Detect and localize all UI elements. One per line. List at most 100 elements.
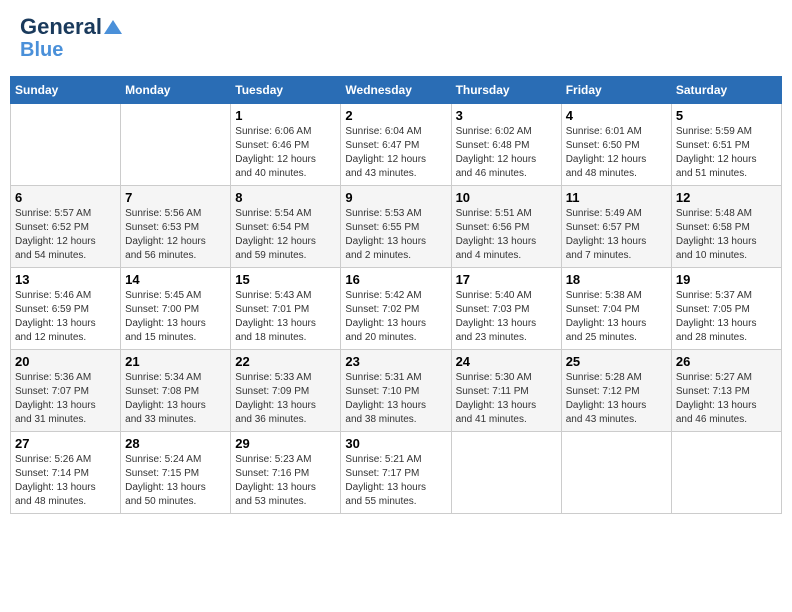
day-number: 19 (676, 272, 777, 287)
day-info: Sunrise: 6:01 AM Sunset: 6:50 PM Dayligh… (566, 125, 667, 181)
weekday-header-saturday: Saturday (671, 77, 781, 104)
logo: General Blue (20, 15, 122, 61)
calendar-body: 1Sunrise: 6:06 AM Sunset: 6:46 PM Daylig… (11, 104, 782, 514)
day-number: 15 (235, 272, 336, 287)
calendar-cell: 19 Sunrise: 5:37 AM Sunset: 7:05 PM Dayli… (671, 268, 781, 350)
day-number: 7 (125, 190, 226, 205)
day-info: Sunrise: 5:53 AM Sunset: 6:55 PM Dayligh… (345, 207, 446, 263)
logo-text-general: General (20, 15, 102, 39)
calendar-week-row: 27 Sunrise: 5:26 AM Sunset: 7:14 PM Dayli… (11, 432, 782, 514)
calendar-header-row: SundayMondayTuesdayWednesdayThursdayFrid… (11, 77, 782, 104)
day-info: Sunrise: 5:33 AM Sunset: 7:09 PM Dayligh… (235, 371, 336, 427)
calendar-cell: 17 Sunrise: 5:40 AM Sunset: 7:03 PM Dayli… (451, 268, 561, 350)
calendar-cell: 4 Sunrise: 6:01 AM Sunset: 6:50 PM Daylig… (561, 104, 671, 186)
day-number: 4 (566, 108, 667, 123)
day-number: 20 (15, 354, 116, 369)
calendar-week-row: 6Sunrise: 5:57 AM Sunset: 6:52 PM Daylig… (11, 186, 782, 268)
day-number: 25 (566, 354, 667, 369)
day-number: 30 (345, 436, 446, 451)
calendar-week-row: 13 Sunrise: 5:46 AM Sunset: 6:59 PM Dayli… (11, 268, 782, 350)
calendar-cell: 29 Sunrise: 5:23 AM Sunset: 7:16 PM Dayli… (231, 432, 341, 514)
calendar-cell: 22 Sunrise: 5:33 AM Sunset: 7:09 PM Dayli… (231, 350, 341, 432)
weekday-header-sunday: Sunday (11, 77, 121, 104)
weekday-header-friday: Friday (561, 77, 671, 104)
calendar-cell: 3 Sunrise: 6:02 AM Sunset: 6:48 PM Daylig… (451, 104, 561, 186)
calendar-cell: 16 Sunrise: 5:42 AM Sunset: 7:02 PM Dayli… (341, 268, 451, 350)
day-number: 16 (345, 272, 446, 287)
calendar-cell: 18 Sunrise: 5:38 AM Sunset: 7:04 PM Dayli… (561, 268, 671, 350)
day-info: Sunrise: 5:23 AM Sunset: 7:16 PM Dayligh… (235, 453, 336, 509)
calendar-cell: 1Sunrise: 6:06 AM Sunset: 6:46 PM Daylig… (231, 104, 341, 186)
weekday-header-monday: Monday (121, 77, 231, 104)
calendar-cell: 8 Sunrise: 5:54 AM Sunset: 6:54 PM Daylig… (231, 186, 341, 268)
day-info: Sunrise: 5:34 AM Sunset: 7:08 PM Dayligh… (125, 371, 226, 427)
calendar-cell (121, 104, 231, 186)
day-info: Sunrise: 5:57 AM Sunset: 6:52 PM Dayligh… (15, 207, 116, 263)
day-info: Sunrise: 5:48 AM Sunset: 6:58 PM Dayligh… (676, 207, 777, 263)
weekday-header-thursday: Thursday (451, 77, 561, 104)
day-info: Sunrise: 5:49 AM Sunset: 6:57 PM Dayligh… (566, 207, 667, 263)
day-number: 14 (125, 272, 226, 287)
calendar-cell: 15 Sunrise: 5:43 AM Sunset: 7:01 PM Dayli… (231, 268, 341, 350)
calendar-cell (11, 104, 121, 186)
day-info: Sunrise: 5:37 AM Sunset: 7:05 PM Dayligh… (676, 289, 777, 345)
day-number: 22 (235, 354, 336, 369)
day-number: 10 (456, 190, 557, 205)
calendar-cell: 24Sunrise: 5:30 AM Sunset: 7:11 PM Dayli… (451, 350, 561, 432)
day-number: 29 (235, 436, 336, 451)
day-info: Sunrise: 5:59 AM Sunset: 6:51 PM Dayligh… (676, 125, 777, 181)
calendar-table: SundayMondayTuesdayWednesdayThursdayFrid… (10, 76, 782, 514)
day-info: Sunrise: 5:40 AM Sunset: 7:03 PM Dayligh… (456, 289, 557, 345)
day-info: Sunrise: 5:21 AM Sunset: 7:17 PM Dayligh… (345, 453, 446, 509)
calendar-cell: 5 Sunrise: 5:59 AM Sunset: 6:51 PM Daylig… (671, 104, 781, 186)
day-info: Sunrise: 5:24 AM Sunset: 7:15 PM Dayligh… (125, 453, 226, 509)
calendar-week-row: 1Sunrise: 6:06 AM Sunset: 6:46 PM Daylig… (11, 104, 782, 186)
calendar-cell: 23Sunrise: 5:31 AM Sunset: 7:10 PM Dayli… (341, 350, 451, 432)
day-info: Sunrise: 5:36 AM Sunset: 7:07 PM Dayligh… (15, 371, 116, 427)
day-info: Sunrise: 5:46 AM Sunset: 6:59 PM Dayligh… (15, 289, 116, 345)
day-number: 18 (566, 272, 667, 287)
day-info: Sunrise: 5:38 AM Sunset: 7:04 PM Dayligh… (566, 289, 667, 345)
calendar-cell: 28 Sunrise: 5:24 AM Sunset: 7:15 PM Dayli… (121, 432, 231, 514)
calendar-cell: 11Sunrise: 5:49 AM Sunset: 6:57 PM Dayli… (561, 186, 671, 268)
day-number: 5 (676, 108, 777, 123)
day-number: 12 (676, 190, 777, 205)
day-info: Sunrise: 5:56 AM Sunset: 6:53 PM Dayligh… (125, 207, 226, 263)
day-number: 8 (235, 190, 336, 205)
day-number: 9 (345, 190, 446, 205)
day-info: Sunrise: 5:43 AM Sunset: 7:01 PM Dayligh… (235, 289, 336, 345)
calendar-cell: 10 Sunrise: 5:51 AM Sunset: 6:56 PM Dayli… (451, 186, 561, 268)
day-info: Sunrise: 6:04 AM Sunset: 6:47 PM Dayligh… (345, 125, 446, 181)
day-info: Sunrise: 5:30 AM Sunset: 7:11 PM Dayligh… (456, 371, 557, 427)
day-number: 21 (125, 354, 226, 369)
calendar-cell: 13 Sunrise: 5:46 AM Sunset: 6:59 PM Dayli… (11, 268, 121, 350)
calendar-cell (671, 432, 781, 514)
logo-text-blue: Blue (20, 39, 63, 61)
calendar-cell: 12 Sunrise: 5:48 AM Sunset: 6:58 PM Dayli… (671, 186, 781, 268)
logo-icon (104, 18, 122, 36)
day-info: Sunrise: 5:26 AM Sunset: 7:14 PM Dayligh… (15, 453, 116, 509)
calendar-cell (451, 432, 561, 514)
day-number: 27 (15, 436, 116, 451)
day-number: 13 (15, 272, 116, 287)
day-number: 17 (456, 272, 557, 287)
calendar-week-row: 20 Sunrise: 5:36 AM Sunset: 7:07 PM Dayli… (11, 350, 782, 432)
weekday-header-wednesday: Wednesday (341, 77, 451, 104)
day-number: 23 (345, 354, 446, 369)
calendar-cell: 9 Sunrise: 5:53 AM Sunset: 6:55 PM Daylig… (341, 186, 451, 268)
calendar-cell: 6Sunrise: 5:57 AM Sunset: 6:52 PM Daylig… (11, 186, 121, 268)
day-number: 28 (125, 436, 226, 451)
day-info: Sunrise: 5:54 AM Sunset: 6:54 PM Dayligh… (235, 207, 336, 263)
day-info: Sunrise: 5:45 AM Sunset: 7:00 PM Dayligh… (125, 289, 226, 345)
calendar-cell: 27 Sunrise: 5:26 AM Sunset: 7:14 PM Dayli… (11, 432, 121, 514)
calendar-cell: 25 Sunrise: 5:28 AM Sunset: 7:12 PM Dayli… (561, 350, 671, 432)
day-info: Sunrise: 5:28 AM Sunset: 7:12 PM Dayligh… (566, 371, 667, 427)
day-number: 3 (456, 108, 557, 123)
day-info: Sunrise: 5:42 AM Sunset: 7:02 PM Dayligh… (345, 289, 446, 345)
calendar-cell: 2Sunrise: 6:04 AM Sunset: 6:47 PM Daylig… (341, 104, 451, 186)
day-number: 26 (676, 354, 777, 369)
day-info: Sunrise: 5:51 AM Sunset: 6:56 PM Dayligh… (456, 207, 557, 263)
weekday-header-tuesday: Tuesday (231, 77, 341, 104)
calendar-cell: 21 Sunrise: 5:34 AM Sunset: 7:08 PM Dayli… (121, 350, 231, 432)
day-info: Sunrise: 6:02 AM Sunset: 6:48 PM Dayligh… (456, 125, 557, 181)
